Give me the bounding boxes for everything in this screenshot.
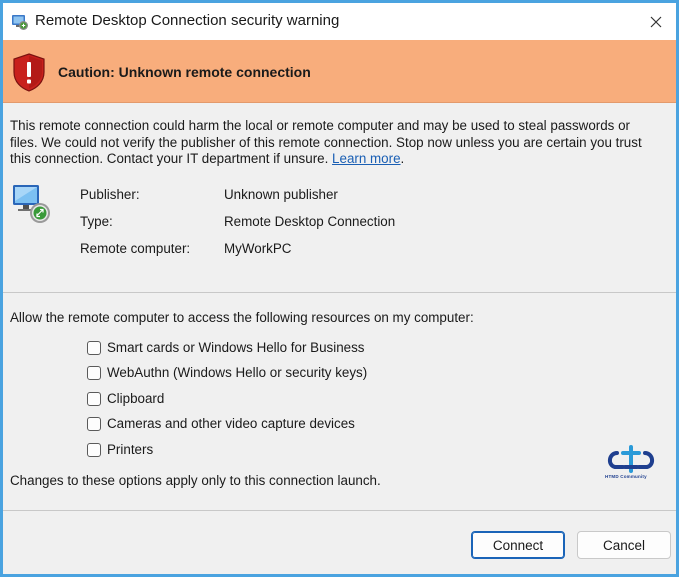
type-row: Type: Remote Desktop Connection xyxy=(80,214,395,229)
close-icon xyxy=(650,16,662,27)
checkbox-label: Clipboard xyxy=(107,391,165,406)
checkbox-box[interactable] xyxy=(87,340,101,355)
publisher-label: Publisher: xyxy=(80,187,140,202)
watermark-text: HTMD Community xyxy=(605,474,647,479)
warning-body: This remote connection could harm the lo… xyxy=(10,118,642,166)
title-bar: Remote Desktop Connection security warni… xyxy=(3,3,676,40)
checkbox-webauthn[interactable]: WebAuthn (Windows Hello or security keys… xyxy=(87,365,367,380)
warning-trailing: . xyxy=(400,151,405,166)
remote-computer-row: Remote computer: MyWorkPC xyxy=(80,241,291,256)
divider xyxy=(3,292,676,293)
rdp-security-icon xyxy=(12,15,28,30)
checkbox-clipboard[interactable]: Clipboard xyxy=(87,391,164,406)
window-title: Remote Desktop Connection security warni… xyxy=(35,12,340,29)
learn-more-link[interactable]: Learn more xyxy=(332,151,400,166)
checkbox-box[interactable] xyxy=(87,442,101,457)
connect-button[interactable]: Connect xyxy=(471,531,565,559)
publisher-value: Unknown publisher xyxy=(224,187,338,202)
checkbox-printers[interactable]: Printers xyxy=(87,442,153,457)
remote-computer-label: Remote computer: xyxy=(80,241,191,256)
checkbox-smart-cards[interactable]: Smart cards or Windows Hello for Busines… xyxy=(87,340,364,355)
type-label: Type: xyxy=(80,214,113,229)
publisher-row: Publisher: Unknown publisher xyxy=(80,187,338,202)
checkbox-box[interactable] xyxy=(87,365,101,380)
cancel-button[interactable]: Cancel xyxy=(577,531,671,559)
checkbox-label: WebAuthn (Windows Hello or security keys… xyxy=(107,365,368,380)
checkbox-label: Cameras and other video capture devices xyxy=(107,416,355,431)
access-label: Allow the remote computer to access the … xyxy=(10,310,474,325)
checkbox-label: Smart cards or Windows Hello for Busines… xyxy=(107,340,365,355)
dialog-window: Remote Desktop Connection security warni… xyxy=(3,3,676,574)
shield-warning-icon xyxy=(13,53,45,92)
checkbox-box[interactable] xyxy=(87,391,101,406)
close-button[interactable] xyxy=(636,3,676,40)
warning-message: This remote connection could harm the lo… xyxy=(10,118,660,168)
remote-computer-icon xyxy=(13,185,50,223)
checkbox-label: Printers xyxy=(107,442,154,457)
divider xyxy=(3,510,676,511)
caution-title: Caution: Unknown remote connection xyxy=(58,64,311,80)
caution-banner: Caution: Unknown remote connection xyxy=(3,40,676,103)
remote-computer-value: MyWorkPC xyxy=(224,241,292,256)
checkbox-box[interactable] xyxy=(87,416,101,431)
checkbox-cameras[interactable]: Cameras and other video capture devices xyxy=(87,416,355,431)
type-value: Remote Desktop Connection xyxy=(224,214,396,229)
changes-note: Changes to these options apply only to t… xyxy=(10,473,381,488)
